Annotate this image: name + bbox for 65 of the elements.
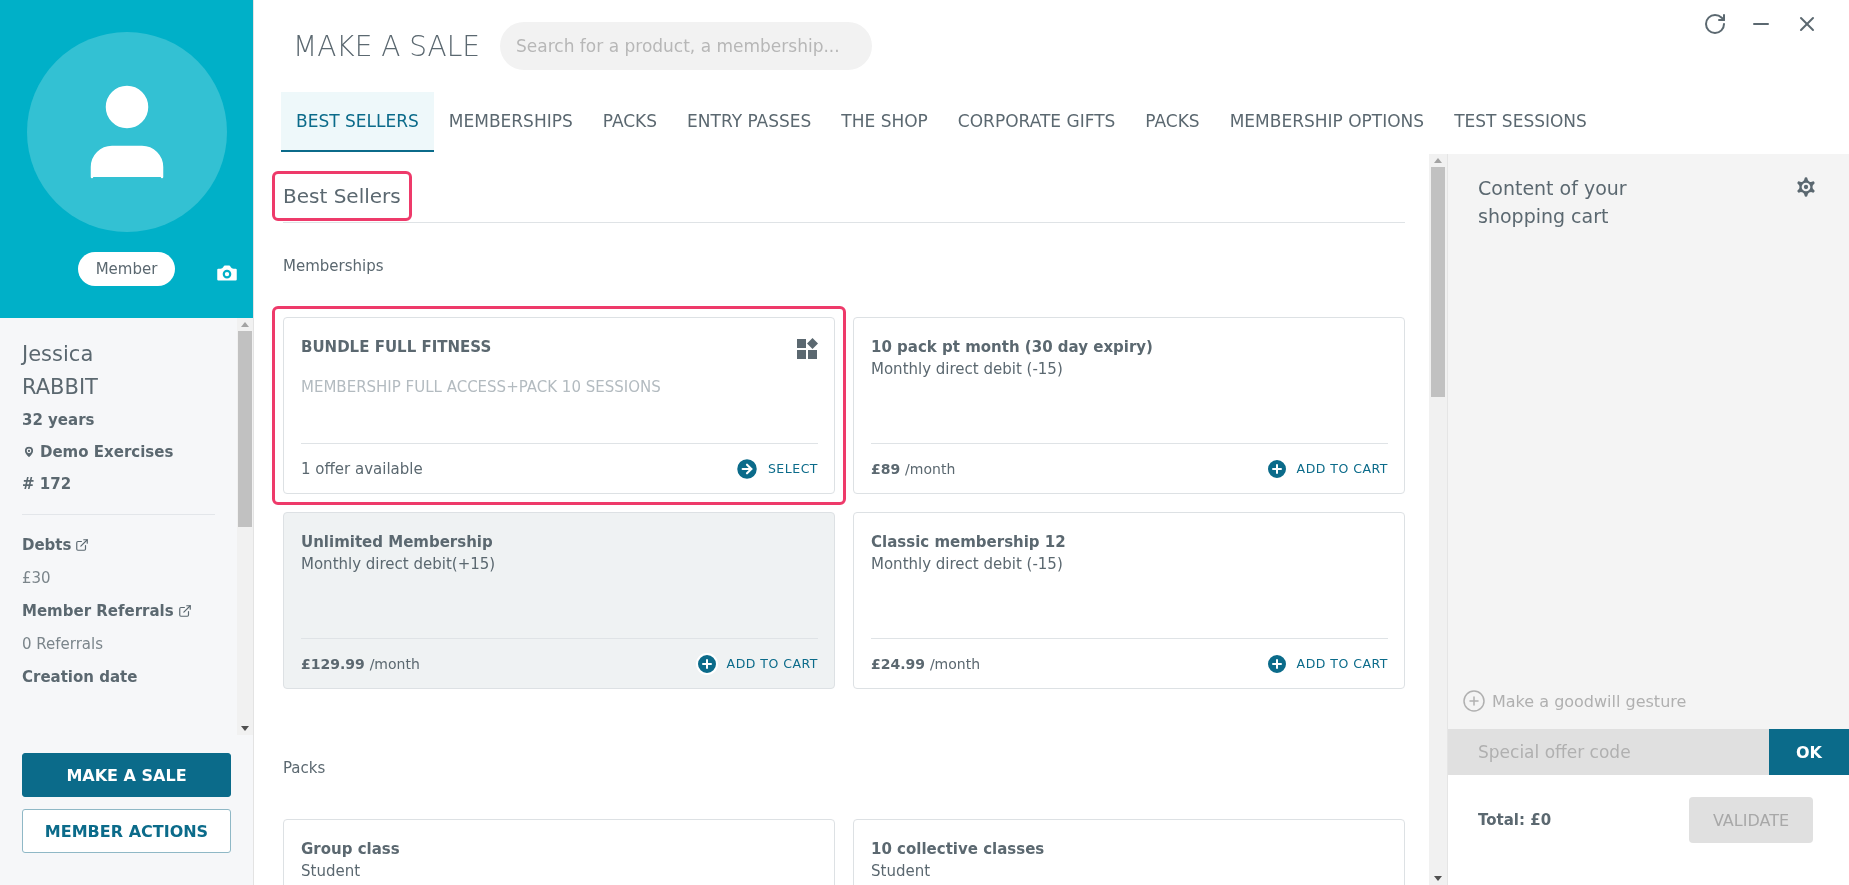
card-subtitle: Student (301, 862, 362, 880)
member-button[interactable]: MAKE A SALE (22, 753, 231, 797)
ok-button[interactable]: OK (1769, 729, 1849, 775)
section-heading: Best Sellers (283, 183, 401, 210)
field-label: Creation date (22, 667, 139, 688)
price: £129.99 /month (301, 655, 420, 672)
member-location: Demo Exercises (22, 436, 237, 468)
refresh-icon[interactable] (1703, 12, 1727, 36)
category-tab[interactable]: ENTRY PASSES (672, 92, 827, 152)
product-card[interactable]: 10 collective classes Student (853, 819, 1405, 885)
add-to-cart-button[interactable]: ADD TO CART (1264, 456, 1388, 481)
category-tab[interactable]: MEMBERSHIP OPTIONS (1214, 92, 1440, 152)
shapes-icon (796, 338, 818, 360)
select-button[interactable]: SELECT (733, 455, 818, 482)
member-badge: Member (77, 252, 176, 286)
external-link-icon (75, 538, 90, 552)
card-title: BUNDLE FULL FITNESS (301, 338, 492, 356)
add-to-cart-button[interactable]: ADD TO CART (1264, 651, 1388, 676)
category-tab[interactable]: MEMBERSHIPS (433, 92, 588, 152)
scrollbar[interactable] (237, 318, 253, 735)
field-value: £30 (22, 568, 52, 589)
first-name: Jessica (22, 341, 95, 368)
external-link-icon (177, 604, 192, 618)
product-card[interactable]: Unlimited Membership Monthly direct debit(+15) £129.99 /month ADD TO CART (283, 512, 835, 689)
card-subtitle: Monthly direct debit(+15) (301, 555, 497, 573)
offer-count: 1 offer available (301, 459, 423, 478)
category-tab[interactable]: PACKS (1130, 92, 1215, 152)
card-subtitle: Monthly direct debit (-15) (871, 555, 1064, 573)
member-age: 32 years (22, 410, 96, 431)
card-title: Group class (301, 840, 401, 858)
group-title: Packs (283, 759, 326, 777)
member-button[interactable]: MEMBER ACTIONS (22, 809, 231, 853)
category-tab[interactable]: CORPORATE GIFTS (942, 92, 1131, 152)
category-tab[interactable]: TEST SESSIONS (1439, 92, 1602, 152)
search-field[interactable]: Search for a product, a membership... (500, 22, 873, 70)
pin-icon (22, 445, 36, 459)
plus-circle-icon (1462, 689, 1486, 713)
product-card[interactable]: 10 pack pt month (30 day expiry) Monthly direct debit (-15) £89 /month ADD TO CART (853, 317, 1405, 494)
cart-total: Total: £0 (1478, 811, 1552, 829)
card-title: Unlimited Membership (301, 533, 494, 551)
plus-circle-icon (694, 651, 719, 676)
add-to-cart-button[interactable]: ADD TO CART (694, 651, 818, 676)
product-card[interactable]: Group class Student (283, 819, 835, 885)
card-subtitle: Student (871, 862, 932, 880)
field-label[interactable]: Debts (22, 529, 237, 561)
card-description: MEMBERSHIP FULL ACCESS+PACK 10 SESSIONS (301, 378, 662, 396)
card-subtitle: Monthly direct debit (-15) (871, 360, 1064, 378)
category-tab[interactable]: THE SHOP (826, 92, 943, 152)
page-title: MAKE A SALE (293, 29, 481, 63)
product-card[interactable]: BUNDLE FULL FITNESS MEMBERSHIP FULL ACCESS+PACK 10 SESSIONS 1 offer available SELECT (283, 317, 835, 494)
card-title: Classic membership 12 (871, 533, 1067, 551)
category-tab[interactable]: BEST SELLERS (281, 92, 434, 152)
price: £24.99 /month (871, 655, 981, 672)
card-title: 10 pack pt month (30 day expiry) (871, 338, 1154, 356)
cart-title: Content of your shopping cart (1478, 176, 1628, 229)
field-value: 0 Referrals (22, 634, 105, 655)
last-name: RABBIT (22, 374, 99, 401)
field-label[interactable]: Member Referrals (22, 595, 237, 627)
category-tab[interactable]: PACKS (587, 92, 673, 152)
product-card[interactable]: Classic membership 12 Monthly direct debit (-15) £24.99 /month ADD TO CART (853, 512, 1405, 689)
scrollbar[interactable] (1429, 154, 1447, 885)
member-number: # 172 (22, 474, 73, 495)
group-title: Memberships (283, 257, 384, 275)
price: £89 /month (871, 460, 956, 477)
card-title: 10 collective classes (871, 840, 1046, 858)
